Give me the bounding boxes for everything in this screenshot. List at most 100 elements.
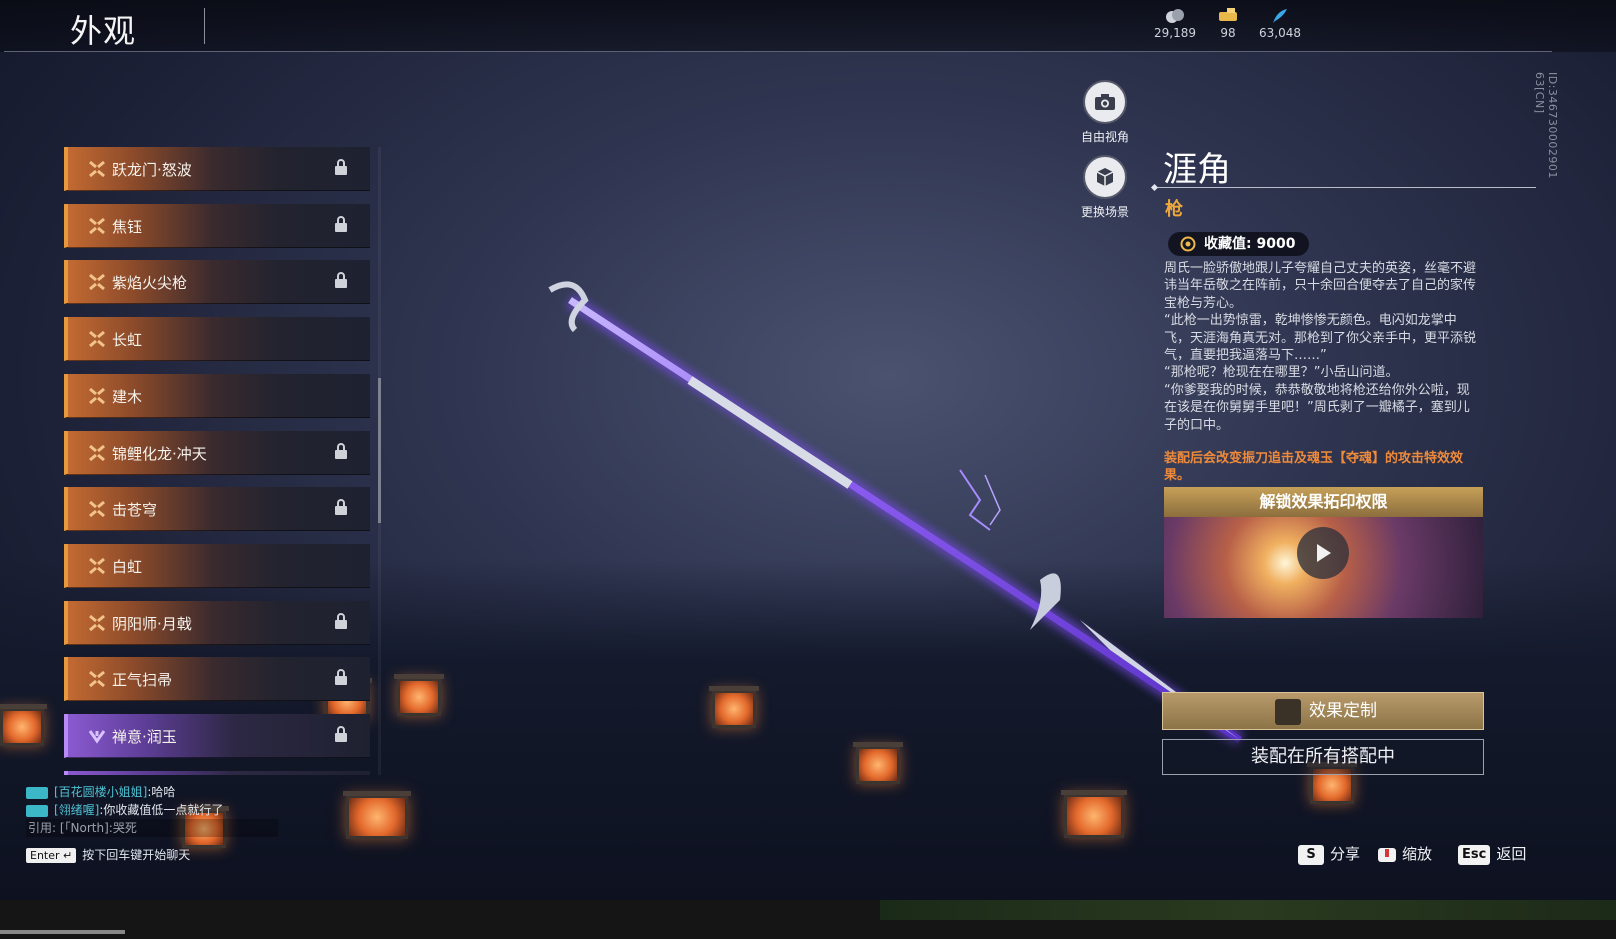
rarity-icon bbox=[88, 730, 106, 744]
coin-icon bbox=[1166, 9, 1184, 23]
list-item[interactable]: 建木 bbox=[64, 373, 370, 418]
back-hint[interactable]: Esc 返回 bbox=[1458, 843, 1526, 865]
video-header: 解锁效果拓印权限 bbox=[1164, 487, 1483, 517]
rarity-icon bbox=[89, 274, 105, 291]
chat-panel: [百花圆楼小姐姐]:哈哈 [翎绪喔]:你收藏值低一点就行了 引用: [「Nort… bbox=[26, 783, 278, 837]
play-icon bbox=[1317, 544, 1331, 562]
list-item[interactable]: 禅意·润玉 bbox=[64, 714, 370, 758]
lock-icon bbox=[335, 442, 347, 459]
feather-icon bbox=[1273, 9, 1287, 23]
ticket-icon bbox=[1219, 8, 1237, 21]
lantern bbox=[0, 704, 47, 746]
rarity-icon bbox=[89, 444, 105, 461]
change-scene-button[interactable]: 更换场景 bbox=[1065, 155, 1145, 220]
mouse-wheel-icon bbox=[1378, 847, 1396, 862]
channel-icon bbox=[26, 786, 48, 799]
item-label: 锦鲤化龙·冲天 bbox=[112, 444, 207, 463]
zoom-label: 缩放 bbox=[1402, 845, 1433, 863]
list-item[interactable]: 击苍穹 bbox=[64, 487, 370, 532]
equip-all-button[interactable]: 装配在所有搭配中 bbox=[1162, 739, 1484, 775]
chat-text: :哈哈 bbox=[147, 785, 176, 799]
name-divider bbox=[1154, 187, 1536, 188]
item-label: 紫焰火尖枪 bbox=[112, 274, 188, 293]
currency-value: 29,189 bbox=[1154, 26, 1196, 40]
chat-sender[interactable]: [翎绪喔] bbox=[54, 803, 99, 817]
effect-note: 装配后会改变振刀追击及魂玉【夺魂】的攻击特效效果。 bbox=[1164, 451, 1464, 483]
free-view-label: 自由视角 bbox=[1080, 130, 1129, 144]
list-item[interactable]: 紫焰火尖枪 bbox=[64, 260, 370, 305]
item-label: 长虹 bbox=[112, 331, 143, 350]
chat-message: [百花圆楼小姐姐]:哈哈 bbox=[26, 783, 278, 801]
rarity-icon bbox=[89, 671, 105, 688]
lock-icon bbox=[335, 215, 347, 232]
currency-value: 63,048 bbox=[1259, 26, 1301, 40]
channel-icon bbox=[26, 804, 48, 817]
rarity-icon bbox=[89, 160, 105, 178]
customize-effect-button[interactable]: 效果定制 bbox=[1162, 692, 1484, 730]
weapon-name: 涯角 bbox=[1163, 150, 1231, 190]
title-separator bbox=[204, 8, 205, 44]
rarity-icon bbox=[89, 557, 105, 575]
chat-message: [翎绪喔]:你收藏值低一点就行了 bbox=[26, 801, 278, 819]
lantern bbox=[394, 674, 444, 716]
weapon-type: 枪 bbox=[1165, 199, 1183, 220]
equip-all-label: 装配在所有搭配中 bbox=[1251, 746, 1395, 767]
chat-quote: 引用: [「North]:哭死 bbox=[26, 819, 278, 837]
rarity-icon bbox=[89, 614, 105, 631]
enter-key: Enter ↵ bbox=[26, 848, 77, 863]
rarity-icon bbox=[89, 387, 105, 404]
item-label: 禅意·润玉 bbox=[112, 728, 177, 746]
enter-hint-text: 按下回车键开始聊天 bbox=[82, 848, 191, 862]
description-paragraph: 周氏一脸骄傲地跟儿子夸耀自己丈夫的英姿，丝毫不避讳当年岳敬之在阵前，只十余回合便… bbox=[1164, 261, 1477, 311]
item-label: 焦钰 bbox=[112, 217, 143, 236]
list-item[interactable]: 锦鲤化龙·冲天 bbox=[64, 430, 370, 475]
lock-icon bbox=[335, 159, 347, 175]
list-item[interactable]: 阴阳师·月戟 bbox=[64, 600, 370, 645]
lock-icon bbox=[335, 669, 347, 686]
chat-enter-hint[interactable]: Enter ↵ 按下回车键开始聊天 bbox=[26, 846, 190, 863]
list-item[interactable]: 长虹 bbox=[64, 317, 370, 362]
change-scene-label: 更换场景 bbox=[1080, 205, 1129, 219]
list-item[interactable]: 正气扫帚 bbox=[64, 657, 370, 702]
effect-preview-video[interactable]: 解锁效果拓印权限 bbox=[1164, 487, 1483, 618]
chat-text: :你收藏值低一点就行了 bbox=[99, 803, 224, 817]
list-scrollbar-thumb[interactable] bbox=[378, 378, 381, 523]
share-key: S bbox=[1298, 844, 1324, 865]
list-item[interactable]: 白虹 bbox=[64, 543, 370, 588]
description-paragraph: “那枪呢？枪现在在哪里？”小岳山问道。 bbox=[1164, 365, 1399, 381]
share-hint[interactable]: S 分享 bbox=[1298, 843, 1360, 865]
weapon-description: 周氏一脸骄傲地跟儿子夸耀自己丈夫的英姿，丝毫不避讳当年岳敬之在阵前，只十余回合便… bbox=[1164, 260, 1482, 434]
list-item-partial[interactable] bbox=[64, 770, 370, 775]
bottom-strip bbox=[0, 900, 1616, 939]
item-label: 击苍穹 bbox=[112, 501, 158, 520]
skin-list: 跃龙门·怒波 焦钰 紫焰火尖枪 长虹 建木 锦鲤化龙·冲天 击苍穹 白虹 阴阳师… bbox=[64, 147, 372, 775]
lock-icon bbox=[335, 726, 347, 742]
currency-coin: 29,189 bbox=[1145, 8, 1205, 40]
description-paragraph: “你爹娶我的时候，恭恭敬敬地将枪还给你外公啦，现在该是在你舅舅手里吧！”周氏剥了… bbox=[1164, 382, 1470, 433]
item-label: 跃龙门·怒波 bbox=[112, 161, 192, 179]
list-item[interactable]: 焦钰 bbox=[64, 203, 370, 248]
item-label: 建木 bbox=[112, 387, 143, 406]
chat-sender[interactable]: [百花圆楼小姐姐] bbox=[54, 785, 147, 799]
lock-icon bbox=[335, 612, 347, 629]
free-view-button[interactable]: 自由视角 bbox=[1065, 80, 1145, 145]
rarity-icon bbox=[89, 217, 105, 234]
customize-icon bbox=[1275, 699, 1301, 725]
camera-icon bbox=[1095, 94, 1115, 110]
top-divider bbox=[4, 51, 1552, 52]
currency-feather: 63,048 bbox=[1250, 8, 1310, 40]
collection-value: 9000 bbox=[1256, 236, 1296, 252]
rarity-icon bbox=[89, 501, 105, 518]
lock-icon bbox=[335, 499, 347, 516]
lantern bbox=[1061, 790, 1127, 838]
zoom-hint[interactable]: 缩放 bbox=[1376, 843, 1432, 864]
collection-label: 收藏值: bbox=[1204, 236, 1252, 252]
rarity-icon bbox=[89, 330, 105, 348]
description-paragraph: “此枪一出势惊雷，乾坤惨惨无颜色。电闪如龙掌中飞，天涯海角真无对。那枪到了你父亲… bbox=[1164, 313, 1477, 364]
currency-value: 98 bbox=[1220, 26, 1236, 40]
esc-key: Esc bbox=[1458, 844, 1491, 865]
currency-ticket: 98 bbox=[1198, 8, 1258, 40]
list-item[interactable]: 跃龙门·怒波 bbox=[64, 147, 370, 191]
play-button[interactable] bbox=[1297, 527, 1349, 579]
lantern bbox=[343, 791, 411, 839]
